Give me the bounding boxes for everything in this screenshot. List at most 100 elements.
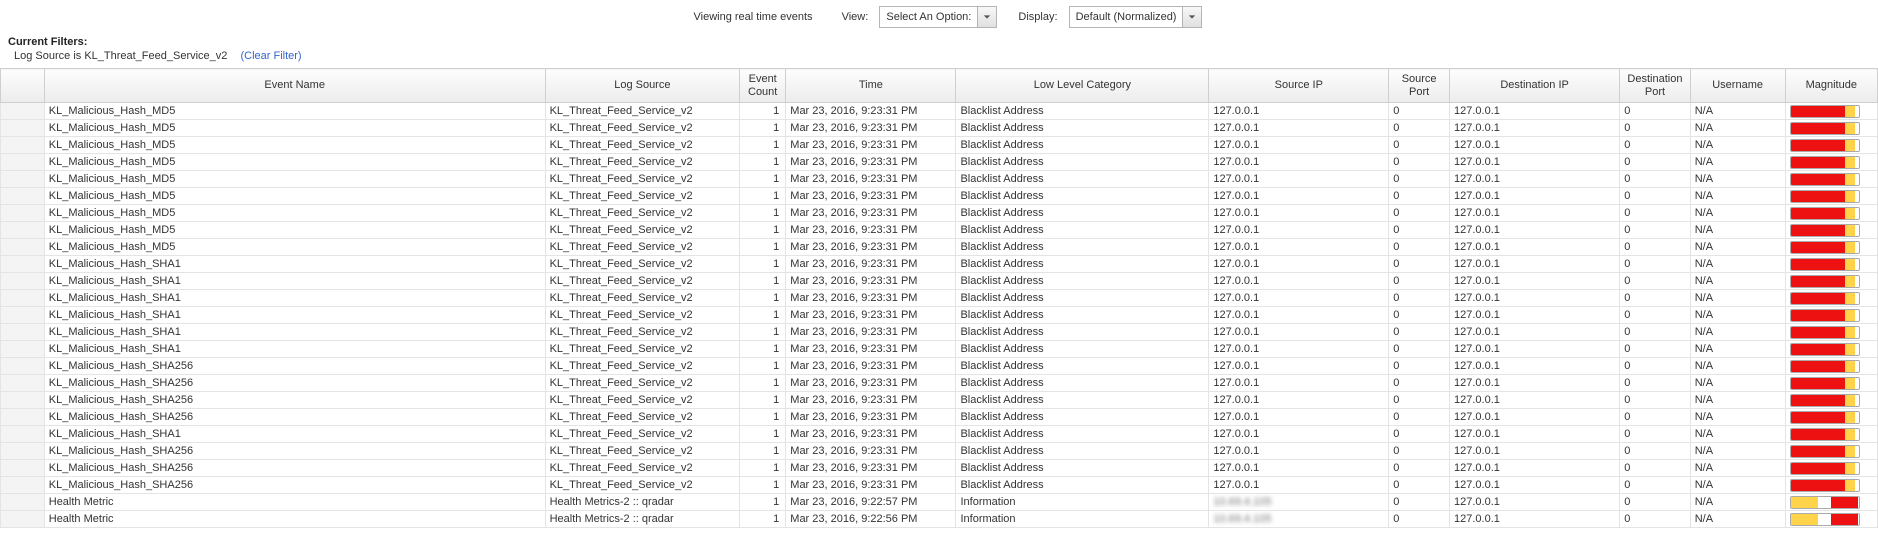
row-handle[interactable] (1, 341, 45, 358)
cell-time: Mar 23, 2016, 9:22:56 PM (786, 511, 956, 528)
cell-event-name: KL_Malicious_Hash_MD5 (44, 154, 545, 171)
row-handle[interactable] (1, 375, 45, 392)
clear-filter-link[interactable]: (Clear Filter) (240, 50, 301, 62)
row-handle[interactable] (1, 273, 45, 290)
cell-log-source: KL_Threat_Feed_Service_v2 (545, 154, 740, 171)
magnitude-bar (1790, 326, 1860, 339)
cell-time: Mar 23, 2016, 9:23:31 PM (786, 443, 956, 460)
table-row[interactable]: KL_Malicious_Hash_SHA256KL_Threat_Feed_S… (1, 477, 1878, 494)
col-source-port[interactable]: Source Port (1389, 69, 1450, 103)
row-handle[interactable] (1, 154, 45, 171)
cell-destination-ip: 127.0.0.1 (1450, 171, 1620, 188)
table-row[interactable]: KL_Malicious_Hash_MD5KL_Threat_Feed_Serv… (1, 239, 1878, 256)
cell-source-port: 0 (1389, 426, 1450, 443)
col-time[interactable]: Time (786, 69, 956, 103)
display-select[interactable]: Default (Normalized) (1069, 6, 1203, 28)
col-destination-port[interactable]: Destination Port (1620, 69, 1691, 103)
col-magnitude[interactable]: Magnitude (1785, 69, 1877, 103)
col-low-level-category[interactable]: Low Level Category (956, 69, 1209, 103)
col-username[interactable]: Username (1690, 69, 1785, 103)
view-select[interactable]: Select An Option: (879, 6, 997, 28)
cell-magnitude (1785, 171, 1877, 188)
row-handle[interactable] (1, 477, 45, 494)
magnitude-bar (1790, 139, 1860, 152)
cell-category: Blacklist Address (956, 290, 1209, 307)
row-handle[interactable] (1, 256, 45, 273)
row-handle[interactable] (1, 494, 45, 511)
table-row[interactable]: KL_Malicious_Hash_SHA256KL_Threat_Feed_S… (1, 392, 1878, 409)
row-handle[interactable] (1, 290, 45, 307)
cell-destination-ip: 127.0.0.1 (1450, 409, 1620, 426)
col-destination-ip[interactable]: Destination IP (1450, 69, 1620, 103)
cell-destination-port: 0 (1620, 443, 1691, 460)
table-row[interactable]: KL_Malicious_Hash_SHA1KL_Threat_Feed_Ser… (1, 307, 1878, 324)
table-row[interactable]: KL_Malicious_Hash_MD5KL_Threat_Feed_Serv… (1, 154, 1878, 171)
col-source-ip[interactable]: Source IP (1209, 69, 1389, 103)
row-handle[interactable] (1, 120, 45, 137)
table-row[interactable]: KL_Malicious_Hash_SHA256KL_Threat_Feed_S… (1, 358, 1878, 375)
col-log-source[interactable]: Log Source (545, 69, 740, 103)
row-handle[interactable] (1, 307, 45, 324)
row-handle[interactable] (1, 426, 45, 443)
row-handle[interactable] (1, 409, 45, 426)
table-row[interactable]: KL_Malicious_Hash_MD5KL_Threat_Feed_Serv… (1, 137, 1878, 154)
cell-time: Mar 23, 2016, 9:23:31 PM (786, 154, 956, 171)
cell-category: Blacklist Address (956, 239, 1209, 256)
cell-time: Mar 23, 2016, 9:23:31 PM (786, 222, 956, 239)
table-row[interactable]: KL_Malicious_Hash_SHA256KL_Threat_Feed_S… (1, 443, 1878, 460)
table-row[interactable]: KL_Malicious_Hash_MD5KL_Threat_Feed_Serv… (1, 205, 1878, 222)
table-row[interactable]: KL_Malicious_Hash_SHA256KL_Threat_Feed_S… (1, 409, 1878, 426)
table-row[interactable]: KL_Malicious_Hash_SHA1KL_Threat_Feed_Ser… (1, 290, 1878, 307)
cell-source-ip: 127.0.0.1 (1209, 239, 1389, 256)
col-event-count[interactable]: Event Count (740, 69, 786, 103)
table-row[interactable]: Health MetricHealth Metrics-2 :: qradar1… (1, 494, 1878, 511)
cell-event-count: 1 (740, 477, 786, 494)
row-handle[interactable] (1, 511, 45, 528)
cell-username: N/A (1690, 324, 1785, 341)
cell-destination-ip: 127.0.0.1 (1450, 205, 1620, 222)
cell-source-port: 0 (1389, 205, 1450, 222)
table-row[interactable]: KL_Malicious_Hash_SHA256KL_Threat_Feed_S… (1, 375, 1878, 392)
table-row[interactable]: KL_Malicious_Hash_SHA1KL_Threat_Feed_Ser… (1, 324, 1878, 341)
table-row[interactable]: KL_Malicious_Hash_MD5KL_Threat_Feed_Serv… (1, 103, 1878, 120)
cell-destination-ip: 127.0.0.1 (1450, 103, 1620, 120)
table-row[interactable]: KL_Malicious_Hash_SHA256KL_Threat_Feed_S… (1, 460, 1878, 477)
cell-log-source: KL_Threat_Feed_Service_v2 (545, 137, 740, 154)
magnitude-bar (1790, 258, 1860, 271)
table-row[interactable]: KL_Malicious_Hash_MD5KL_Threat_Feed_Serv… (1, 120, 1878, 137)
table-row[interactable]: Health MetricHealth Metrics-2 :: qradar1… (1, 511, 1878, 528)
chevron-down-icon[interactable] (977, 7, 996, 27)
row-handle-header[interactable] (1, 69, 45, 103)
row-handle[interactable] (1, 392, 45, 409)
table-row[interactable]: KL_Malicious_Hash_SHA1KL_Threat_Feed_Ser… (1, 341, 1878, 358)
cell-time: Mar 23, 2016, 9:23:31 PM (786, 273, 956, 290)
row-handle[interactable] (1, 239, 45, 256)
cell-source-port: 0 (1389, 392, 1450, 409)
row-handle[interactable] (1, 103, 45, 120)
cell-source-port: 0 (1389, 222, 1450, 239)
table-row[interactable]: KL_Malicious_Hash_SHA1KL_Threat_Feed_Ser… (1, 426, 1878, 443)
table-row[interactable]: KL_Malicious_Hash_SHA1KL_Threat_Feed_Ser… (1, 273, 1878, 290)
row-handle[interactable] (1, 188, 45, 205)
row-handle[interactable] (1, 171, 45, 188)
row-handle[interactable] (1, 443, 45, 460)
row-handle[interactable] (1, 460, 45, 477)
cell-destination-port: 0 (1620, 494, 1691, 511)
cell-event-count: 1 (740, 290, 786, 307)
cell-username: N/A (1690, 358, 1785, 375)
col-event-name[interactable]: Event Name (44, 69, 545, 103)
row-handle[interactable] (1, 358, 45, 375)
row-handle[interactable] (1, 137, 45, 154)
table-row[interactable]: KL_Malicious_Hash_SHA1KL_Threat_Feed_Ser… (1, 256, 1878, 273)
cell-magnitude (1785, 358, 1877, 375)
table-row[interactable]: KL_Malicious_Hash_MD5KL_Threat_Feed_Serv… (1, 171, 1878, 188)
cell-source-port: 0 (1389, 239, 1450, 256)
row-handle[interactable] (1, 222, 45, 239)
cell-magnitude (1785, 103, 1877, 120)
row-handle[interactable] (1, 324, 45, 341)
table-row[interactable]: KL_Malicious_Hash_MD5KL_Threat_Feed_Serv… (1, 188, 1878, 205)
cell-event-name: KL_Malicious_Hash_MD5 (44, 103, 545, 120)
table-row[interactable]: KL_Malicious_Hash_MD5KL_Threat_Feed_Serv… (1, 222, 1878, 239)
row-handle[interactable] (1, 205, 45, 222)
chevron-down-icon[interactable] (1182, 7, 1201, 27)
